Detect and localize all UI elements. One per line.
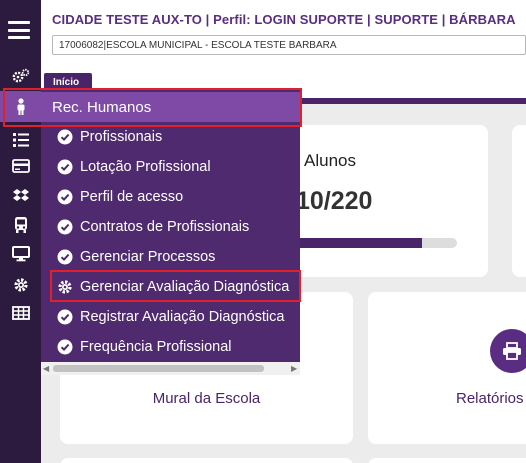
check-circle-icon xyxy=(57,129,73,145)
menu-item-contratos[interactable]: Contratos de Profissionais xyxy=(41,214,300,240)
menu-item-label: Contratos de Profissionais xyxy=(80,219,250,235)
menu-item-lotacao-profissional[interactable]: Lotação Profissional xyxy=(41,154,300,180)
left-icon-rail xyxy=(0,0,41,463)
menu-item-frequencia-profissional[interactable]: Frequência Profissional xyxy=(41,334,300,360)
check-circle-icon xyxy=(57,309,73,325)
top-header: CIDADE TESTE AUX-TO | Perfil: LOGIN SUPO… xyxy=(41,0,526,64)
school-select[interactable]: 17006082|ESCOLA MUNICIPAL - ESCOLA TESTE… xyxy=(52,35,526,55)
relatorios-label: Relatórios xyxy=(456,390,524,407)
scroll-right-icon[interactable]: ▶ xyxy=(291,364,297,373)
check-circle-icon xyxy=(57,159,73,175)
card-bottom-left[interactable] xyxy=(60,458,353,463)
cogs-icon[interactable] xyxy=(0,62,41,90)
bus-icon[interactable] xyxy=(0,211,41,239)
menu-item-label: Lotação Profissional xyxy=(80,159,211,175)
menu-item-gerenciar-processos[interactable]: Gerenciar Processos xyxy=(41,244,300,270)
menu-item-label: Registrar Avaliação Diagnóstica xyxy=(80,309,285,325)
menu-item-label: Profissionais xyxy=(80,129,163,145)
check-circle-icon xyxy=(57,249,73,265)
card-partial-right[interactable] xyxy=(512,125,526,277)
dropbox-icon[interactable] xyxy=(0,182,41,210)
menu-item-registrar-avaliacao[interactable]: Registrar Avaliação Diagnóstica xyxy=(41,304,300,330)
highlight-box-gerenciar-avaliacao xyxy=(50,270,301,302)
list-icon[interactable] xyxy=(0,126,41,154)
header-title: CIDADE TESTE AUX-TO | Perfil: LOGIN SUPO… xyxy=(52,12,516,27)
printer-icon xyxy=(490,329,526,373)
flyout-horizontal-scrollbar[interactable]: ◀ ▶ xyxy=(41,362,300,375)
menu-item-label: Perfil de acesso xyxy=(80,189,184,205)
flyout-menu-rec-humanos: Rec. Humanos Profissionais Lotação Profi… xyxy=(41,88,300,375)
card-bottom-right[interactable] xyxy=(368,458,526,463)
highlight-box-rec-humanos xyxy=(3,88,302,127)
check-circle-icon xyxy=(57,189,73,205)
monitor-icon[interactable] xyxy=(0,240,41,268)
alunos-value: 10/220 xyxy=(296,187,373,215)
scrollbar-thumb[interactable] xyxy=(53,365,264,372)
gear-icon[interactable] xyxy=(0,271,41,299)
mural-label: Mural da Escola xyxy=(152,390,261,407)
menu-icon[interactable] xyxy=(8,21,30,39)
menu-item-label: Frequência Profissional xyxy=(80,339,232,355)
alunos-progress-fill xyxy=(282,238,422,248)
check-circle-icon xyxy=(57,339,73,355)
card-relatorios[interactable]: Relatórios xyxy=(368,292,526,444)
check-circle-icon xyxy=(57,219,73,235)
menu-item-profissionais[interactable]: Profissionais xyxy=(41,124,300,150)
app-window: CIDADE TESTE AUX-TO | Perfil: LOGIN SUPO… xyxy=(0,0,526,463)
menu-item-perfil-de-acesso[interactable]: Perfil de acesso xyxy=(41,184,300,210)
menu-item-label: Gerenciar Processos xyxy=(80,249,216,265)
table-icon[interactable] xyxy=(0,299,41,327)
alunos-title: Alunos xyxy=(304,151,356,170)
alunos-progress-bar xyxy=(282,238,457,248)
scroll-left-icon[interactable]: ◀ xyxy=(43,364,49,373)
card-icon[interactable] xyxy=(0,152,41,180)
